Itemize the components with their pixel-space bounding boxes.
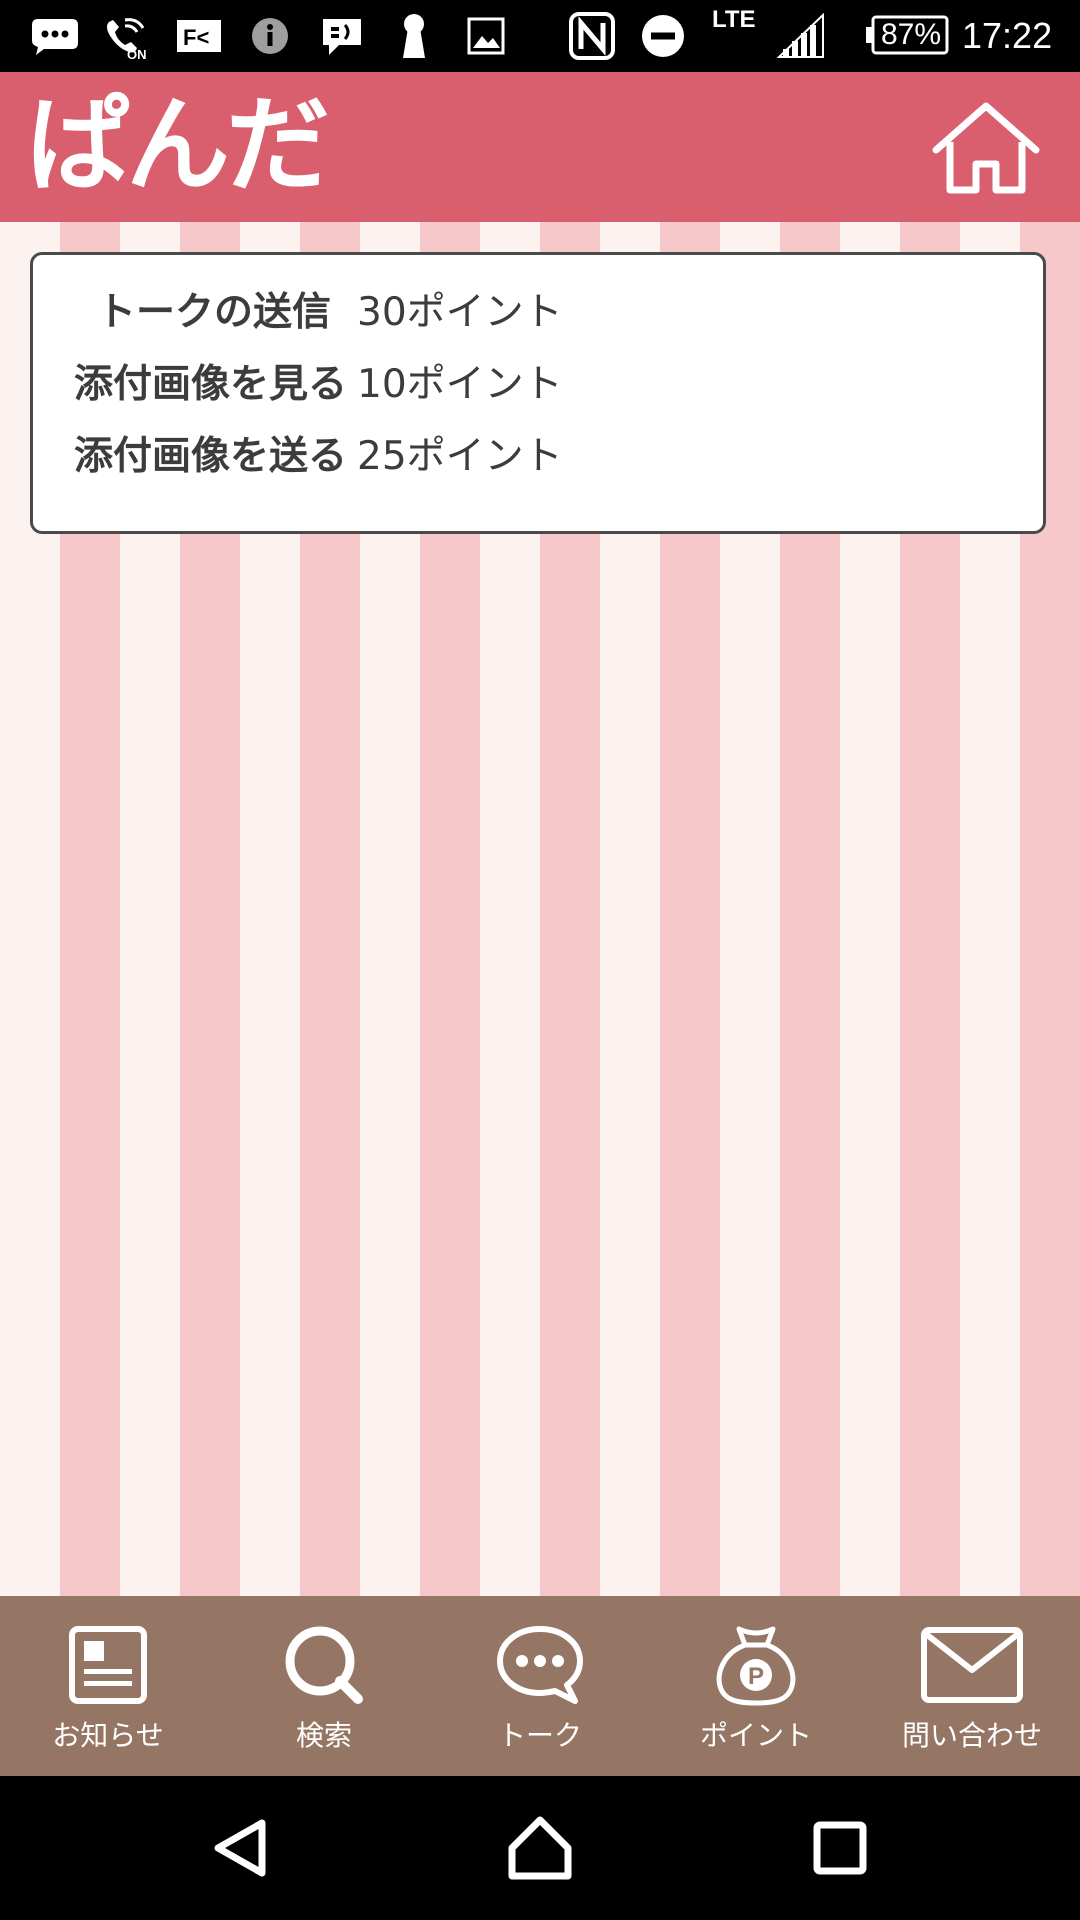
point-rate-card: トークの送信 30ポイント 添付画像を見る 10ポイント 添付画像を送る 25ポ… bbox=[30, 252, 1046, 534]
fk-app-icon: F< bbox=[174, 12, 224, 60]
app-header: ぱんだ bbox=[0, 72, 1080, 222]
rate-value: 30ポイント bbox=[357, 290, 563, 335]
tab-label: 問い合わせ bbox=[901, 1719, 1042, 1752]
tab-label: ポイント bbox=[699, 1719, 812, 1752]
svg-text:P: P bbox=[748, 1663, 764, 1690]
svg-text:F<: F< bbox=[183, 25, 209, 50]
recents-button[interactable] bbox=[760, 1776, 920, 1920]
rate-row-talk-send: トークの送信 30ポイント bbox=[33, 277, 1043, 341]
rate-value: 10ポイント bbox=[357, 362, 563, 407]
back-button[interactable] bbox=[160, 1776, 320, 1920]
wifi-calling-on-icon: ON bbox=[102, 12, 152, 60]
tab-contact[interactable]: 問い合わせ bbox=[864, 1596, 1080, 1776]
do-not-disturb-icon bbox=[638, 12, 688, 60]
back-icon bbox=[214, 1819, 266, 1877]
rate-label: トークの送信 bbox=[96, 290, 331, 335]
news-icon bbox=[0, 1620, 216, 1710]
system-nav-bar bbox=[0, 1776, 1080, 1920]
point-bag-icon: P bbox=[648, 1620, 864, 1710]
rate-label: 添付画像を見る bbox=[73, 362, 347, 407]
home-icon bbox=[932, 102, 1040, 194]
message-icon bbox=[318, 12, 366, 60]
svg-text:ON: ON bbox=[127, 47, 147, 60]
tab-label: 検索 bbox=[295, 1719, 352, 1752]
battery-level: 87% bbox=[880, 18, 942, 51]
search-icon bbox=[216, 1620, 432, 1710]
rate-row-view-image: 添付画像を見る 10ポイント bbox=[33, 349, 1043, 413]
info-icon bbox=[248, 12, 292, 60]
rate-row-send-image: 添付画像を送る 25ポイント bbox=[33, 421, 1043, 485]
network-type: LTE bbox=[712, 6, 756, 33]
home-nav-icon bbox=[508, 1816, 572, 1880]
tab-search[interactable]: 検索 bbox=[216, 1596, 432, 1776]
chat-icon bbox=[28, 12, 82, 60]
chat-bubble-icon bbox=[432, 1620, 648, 1710]
status-bar: ON F< LTE 87% 17:22 bbox=[0, 0, 1080, 72]
app-logo: ぱんだ bbox=[26, 84, 330, 206]
image-icon bbox=[462, 12, 510, 60]
clock: 17:22 bbox=[962, 15, 1053, 56]
rate-label: 添付画像を送る bbox=[73, 434, 347, 479]
bottom-tab-bar: お知らせ 検索 トーク P ポイント 問い合わせ bbox=[0, 1596, 1080, 1776]
mail-icon bbox=[864, 1620, 1080, 1710]
nfc-icon bbox=[566, 12, 618, 60]
rate-value: 25ポイント bbox=[357, 434, 563, 479]
cellular-signal-icon bbox=[776, 12, 826, 60]
keyhole-icon bbox=[396, 12, 432, 60]
recents-icon bbox=[813, 1821, 867, 1875]
tab-label: トーク bbox=[497, 1719, 582, 1752]
tab-talk[interactable]: トーク bbox=[432, 1596, 648, 1776]
home-button[interactable] bbox=[924, 94, 1048, 202]
tab-label: お知らせ bbox=[52, 1719, 164, 1752]
battery-icon: 87% bbox=[864, 14, 950, 56]
content-area: トークの送信 30ポイント 添付画像を見る 10ポイント 添付画像を送る 25ポ… bbox=[0, 222, 1080, 1596]
tab-news[interactable]: お知らせ bbox=[0, 1596, 216, 1776]
nav-home-button[interactable] bbox=[460, 1776, 620, 1920]
tab-point[interactable]: P ポイント bbox=[648, 1596, 864, 1776]
